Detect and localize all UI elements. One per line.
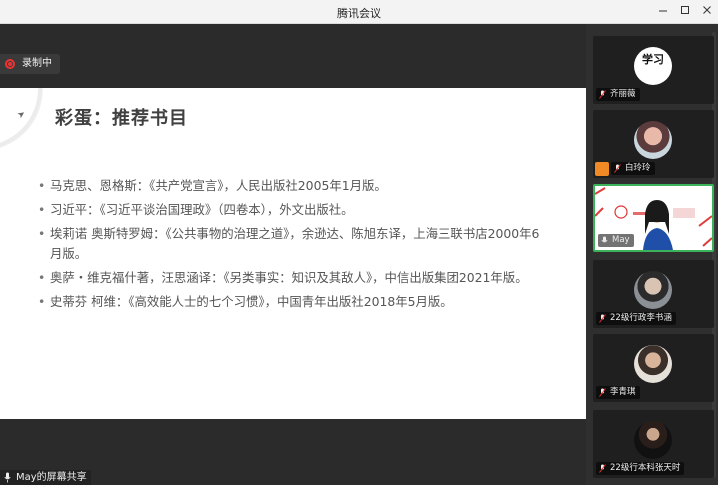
minimize-icon (659, 10, 667, 12)
participant-name: 22级行政李书涵 (596, 312, 676, 325)
avatar (634, 271, 672, 309)
microphone-icon (601, 236, 608, 243)
avatar-text: 学习 (642, 53, 664, 66)
maximize-button[interactable] (676, 3, 694, 21)
participant-name: 白玲玲 (611, 162, 655, 175)
participant-name: 李青琪 (596, 386, 640, 399)
slide-title: 彩蛋：推荐书目 (55, 108, 188, 129)
list-item: 习近平：《习近平谈治国理政》（四卷本），外文出版社。 (38, 200, 550, 220)
participant-tile[interactable]: 22级行政李书涵 (593, 260, 714, 328)
share-label-text: May的屏幕共享 (16, 472, 87, 483)
list-item: 埃莉诺 奥斯特罗姆：《公共事物的治理之道》，余逊达、陈旭东译，上海三联书店200… (38, 224, 550, 264)
recording-label: 录制中 (22, 58, 52, 69)
participant-tile[interactable]: 白玲玲 (593, 110, 714, 178)
participant-name: May (598, 234, 634, 247)
microphone-muted-icon (599, 464, 606, 473)
avatar (634, 345, 672, 383)
list-item: 史蒂芬 柯维：《高效能人士的七个习惯》，中国青年出版社2018年5月版。 (38, 292, 550, 312)
avatar: 学习 (634, 47, 672, 85)
participant-tile-active[interactable]: May (593, 184, 714, 252)
recording-indicator[interactable]: 录制中 (0, 54, 60, 74)
microphone-icon (4, 472, 11, 483)
shared-screen-area: 录制中 ➤ 彩蛋：推荐书目 马克思、恩格斯：《共产党宣言》，人民出版社2005年… (0, 24, 586, 485)
maximize-icon (681, 6, 689, 14)
book-list: 马克思、恩格斯：《共产党宣言》，人民出版社2005年1月版。 习近平：《习近平谈… (38, 176, 550, 316)
window-title: 腾讯会议 (337, 7, 381, 20)
avatar (634, 121, 672, 159)
screen-share-label: May的屏幕共享 (0, 470, 91, 485)
close-button[interactable] (698, 3, 716, 21)
avatar (634, 421, 672, 459)
microphone-muted-icon (614, 164, 621, 173)
presentation-slide: ➤ 彩蛋：推荐书目 马克思、恩格斯：《共产党宣言》，人民出版社2005年1月版。… (0, 88, 586, 419)
participant-name: 齐丽薇 (596, 88, 640, 101)
close-icon (703, 6, 711, 14)
participant-panel: 学习 齐丽薇 白玲玲 May 22级行政李书涵 李青琪 22级行本科张天时 (586, 24, 718, 485)
participant-tile[interactable]: 学习 齐丽薇 (593, 36, 714, 104)
list-item: 奥萨・维克福什著，汪思涵译：《另类事实：知识及其敌人》，中信出版集团2021年版… (38, 268, 550, 288)
minimize-button[interactable] (654, 3, 672, 21)
microphone-muted-icon (599, 388, 606, 397)
microphone-muted-icon (599, 314, 606, 323)
host-badge-icon (595, 162, 609, 176)
record-icon (5, 59, 15, 69)
list-item: 马克思、恩格斯：《共产党宣言》，人民出版社2005年1月版。 (38, 176, 550, 196)
participant-tile[interactable]: 李青琪 (593, 334, 714, 402)
participant-name: 22级行本科张天时 (596, 462, 685, 475)
participant-tile[interactable]: 22级行本科张天时 (593, 410, 714, 478)
title-bar: 腾讯会议 (0, 0, 718, 24)
microphone-muted-icon (599, 90, 606, 99)
